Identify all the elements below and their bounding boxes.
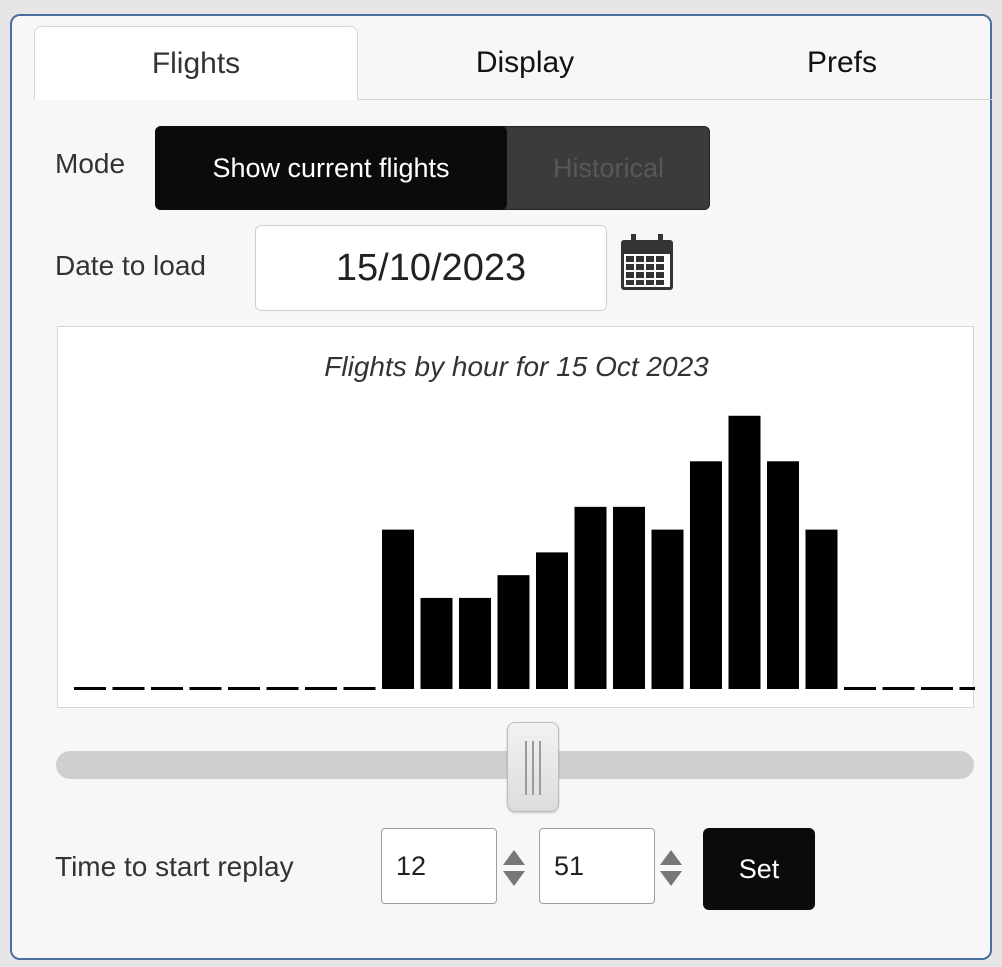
chart-bar-hour-21: [882, 687, 915, 690]
chart-bar-hour-8: [382, 529, 414, 689]
calendar-icon[interactable]: [619, 234, 675, 292]
chart-bar-hour-6: [305, 687, 337, 690]
chart-bar-hour-23: [959, 687, 975, 690]
chart-bar-hour-19: [805, 529, 838, 689]
chart-bar-hour-17: [728, 415, 761, 689]
grip-line: [525, 741, 528, 795]
mode-label: Mode: [55, 148, 126, 179]
replay-time-label: Time to start replay: [55, 851, 294, 882]
date-label: Date to load: [55, 250, 206, 281]
mode-toggle: Show current flights Historical: [155, 126, 710, 210]
replay-minute-input[interactable]: 51: [539, 828, 655, 904]
chart-bar-hour-9: [420, 597, 453, 689]
chart-bar-hour-20: [844, 687, 876, 690]
chart-bar-hour-15: [651, 529, 684, 689]
minute-spinner-icon[interactable]: [658, 848, 684, 888]
mode-current-button[interactable]: Show current flights: [155, 126, 507, 210]
tab-prefs[interactable]: Prefs: [692, 26, 992, 100]
chart-bar-hour-22: [921, 687, 953, 690]
replay-hour-input[interactable]: 12: [381, 828, 497, 904]
chart-bar-hour-14: [613, 506, 645, 689]
chart-bar-hour-12: [536, 552, 568, 689]
tab-display[interactable]: Display: [358, 26, 692, 100]
tab-flights[interactable]: Flights: [34, 26, 358, 100]
chart-bar-hour-1: [112, 687, 145, 690]
chart-canvas: [74, 415, 975, 690]
hour-spinner-icon[interactable]: [501, 848, 527, 888]
chart-bar-hour-0: [74, 687, 106, 690]
tab-bar: Flights Display Prefs: [12, 16, 992, 102]
date-input[interactable]: 15/10/2023: [255, 225, 607, 311]
chart-bar-hour-3: [189, 687, 222, 690]
grip-line: [532, 741, 535, 795]
set-button[interactable]: Set: [703, 828, 815, 910]
chart-bar-hour-4: [228, 687, 260, 690]
flights-by-hour-chart: Flights by hour for 15 Oct 2023: [57, 326, 975, 708]
chart-bar-hour-5: [266, 687, 299, 690]
chart-bar-hour-10: [459, 597, 491, 689]
chart-bar-hour-7: [343, 687, 376, 690]
chart-bar-hour-2: [151, 687, 183, 690]
chart-title: Flights by hour for 15 Oct 2023: [324, 351, 709, 382]
chart-bar-hour-11: [497, 575, 530, 689]
flights-panel: Flights Display Prefs Mode Show current …: [10, 14, 992, 960]
mode-historical-button[interactable]: Historical: [507, 126, 710, 210]
chart-bar-hour-18: [767, 461, 799, 689]
grip-line: [539, 741, 542, 795]
time-slider-handle[interactable]: [507, 722, 560, 812]
chart-bar-hour-16: [690, 461, 722, 689]
chart-bar-hour-13: [574, 506, 607, 689]
